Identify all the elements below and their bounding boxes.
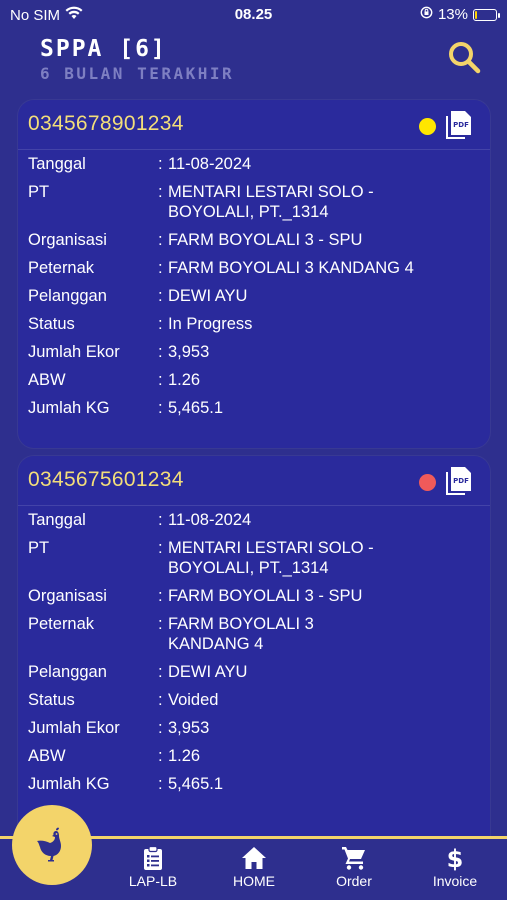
pdf-button[interactable]: PDF	[444, 466, 472, 496]
dollar-icon: $	[447, 845, 464, 871]
cart-icon	[342, 847, 365, 870]
status-bar: No SIM 08.25 13%	[0, 0, 507, 30]
pdf-button[interactable]: PDF	[444, 110, 472, 140]
field-peternak: Peternak : FARM BOYOLALI 3 KANDANG 4	[28, 615, 314, 653]
field-abw: ABW : 1.26	[28, 371, 201, 389]
sppa-number: 0345678901234	[28, 112, 184, 135]
pdf-icon: PDF	[446, 467, 471, 495]
clipboard-icon	[144, 845, 162, 870]
sppa-card[interactable]: 0345675601234 PDF Tanggal : 11-08-2024 P…	[18, 456, 490, 836]
nav-label: Order	[336, 873, 372, 889]
orientation-lock-icon	[420, 6, 433, 23]
field-jumlah-kg: Jumlah KG : 5,465.1	[28, 775, 224, 793]
sppa-card[interactable]: 0345678901234 PDF Tanggal : 11-08-2024 P…	[18, 100, 490, 448]
sppa-number: 0345675601234	[28, 468, 184, 491]
field-tanggal: Tanggal : 11-08-2024	[28, 155, 252, 173]
app-header: SPPA [6] 6 BULAN TERAKHIR	[0, 30, 507, 94]
field-status: Status : Voided	[28, 691, 219, 709]
nav-label: HOME	[233, 873, 275, 889]
status-indicator	[419, 474, 436, 491]
svg-text:$: $	[447, 845, 464, 871]
nav-item-home[interactable]: HOME	[214, 845, 294, 889]
nav-item-lap-lb[interactable]: LAP-LB	[113, 845, 193, 889]
field-jumlah-ekor: Jumlah Ekor : 3,953	[28, 719, 210, 737]
chicken-fab-button[interactable]	[12, 805, 92, 885]
nav-item-order[interactable]: Order	[314, 845, 394, 889]
home-icon	[242, 847, 266, 869]
field-pelanggan: Pelanggan : DEWI AYU	[28, 287, 248, 305]
field-status: Status : In Progress	[28, 315, 253, 333]
field-tanggal: Tanggal : 11-08-2024	[28, 511, 252, 529]
nav-item-invoice[interactable]: $ Invoice	[415, 845, 495, 889]
field-jumlah-kg: Jumlah KG : 5,465.1	[28, 399, 224, 417]
field-organisasi: Organisasi : FARM BOYOLALI 3 - SPU	[28, 231, 363, 249]
nav-label: LAP-LB	[128, 873, 178, 889]
field-pt: PT : MENTARI LESTARI SOLO - BOYOLALI, PT.…	[28, 183, 374, 221]
page-subtitle: 6 BULAN TERAKHIR	[40, 64, 235, 83]
battery-level	[475, 10, 477, 19]
sppa-list[interactable]: 0345678901234 PDF Tanggal : 11-08-2024 P…	[0, 96, 507, 836]
field-pt: PT : MENTARI LESTARI SOLO - BOYOLALI, PT.…	[28, 539, 374, 577]
svg-text:PDF: PDF	[453, 477, 469, 485]
card-header: 0345675601234 PDF	[18, 456, 490, 506]
field-organisasi: Organisasi : FARM BOYOLALI 3 - SPU	[28, 587, 363, 605]
field-peternak: Peternak : FARM BOYOLALI 3 KANDANG 4	[28, 259, 414, 277]
field-abw: ABW : 1.26	[28, 747, 201, 765]
nav-label: Invoice	[432, 873, 478, 889]
battery-icon	[473, 8, 500, 21]
search-icon	[449, 42, 481, 74]
field-pelanggan: Pelanggan : DEWI AYU	[28, 663, 248, 681]
svg-text:PDF: PDF	[453, 121, 469, 129]
status-indicator	[419, 118, 436, 135]
field-jumlah-ekor: Jumlah Ekor : 3,953	[28, 343, 210, 361]
card-header: 0345678901234 PDF	[18, 100, 490, 150]
page-title: SPPA [6]	[40, 36, 167, 62]
battery-percent: 13%	[437, 6, 468, 23]
search-button[interactable]	[445, 38, 485, 78]
chicken-icon	[37, 827, 61, 862]
pdf-icon: PDF	[446, 111, 471, 139]
